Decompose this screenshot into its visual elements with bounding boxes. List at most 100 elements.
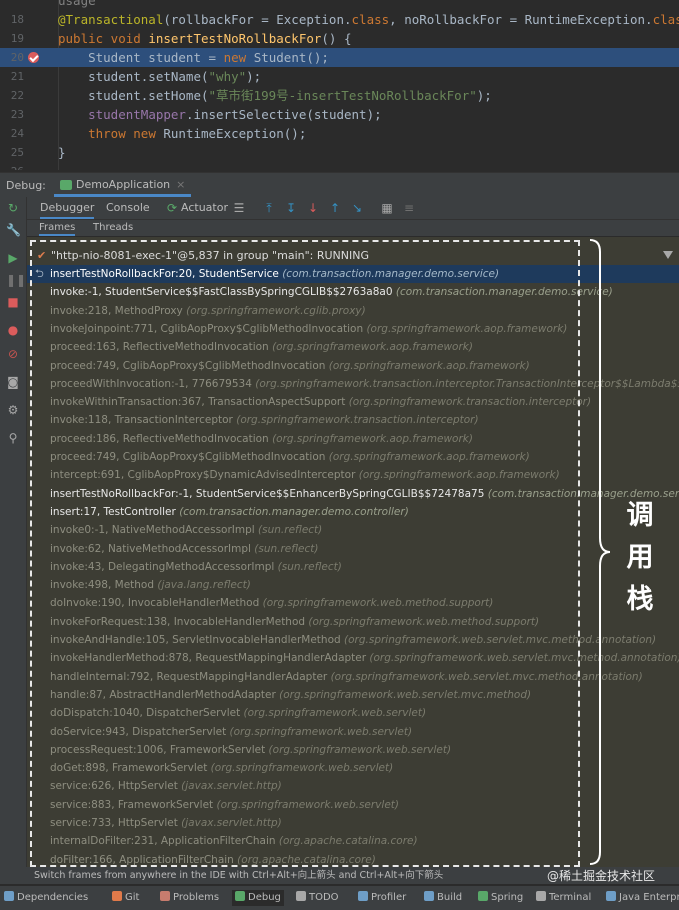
stack-frame[interactable]: doInvoke:190, InvocableHandlerMethod (or… [27, 594, 679, 612]
stack-frame[interactable]: invoke:118, TransactionInterceptor (org.… [27, 411, 679, 429]
menu-icon[interactable]: ☰ [232, 201, 246, 215]
filter-icon[interactable] [663, 251, 673, 259]
tab-actuator[interactable]: Actuator [181, 197, 228, 219]
stack-frame[interactable]: doFilter:166, ApplicationFilterChain (or… [27, 851, 679, 867]
annotation-char: 用 [626, 542, 654, 573]
stack-frame[interactable]: service:626, HttpServlet (javax.servlet.… [27, 777, 679, 795]
rerun-icon[interactable]: ↻ [6, 201, 20, 215]
stack-frame[interactable]: handleInternal:792, RequestMappingHandle… [27, 668, 679, 686]
stack-frame[interactable]: invoke:43, DelegatingMethodAccessorImpl … [27, 558, 679, 576]
stack-frame[interactable]: processRequest:1006, FrameworkServlet (o… [27, 741, 679, 759]
show-execution-point-icon[interactable]: ⤒ [262, 201, 276, 215]
stack-frame[interactable]: doService:943, DispatcherServlet (org.sp… [27, 723, 679, 741]
tool-window-todo[interactable]: TODO [296, 890, 339, 906]
breakpoint-icon[interactable] [28, 52, 39, 63]
line-number[interactable]: 22 [0, 86, 24, 105]
line-number[interactable]: 25 [0, 143, 24, 162]
tab-console[interactable]: Console [106, 197, 150, 219]
tab-demo-application[interactable]: DemoApplication × [54, 173, 192, 197]
stack-frame[interactable]: proceed:186, ReflectiveMethodInvocation … [27, 430, 679, 448]
stack-frame[interactable]: invoke:62, NativeMethodAccessorImpl (sun… [27, 540, 679, 558]
tab-debugger[interactable]: Debugger [40, 197, 95, 219]
code-line[interactable]: 26 [0, 162, 679, 170]
stack-frame[interactable]: doDispatch:1040, DispatcherServlet (org.… [27, 704, 679, 722]
stack-frame[interactable]: invokeWithinTransaction:367, Transaction… [27, 393, 679, 411]
frame-method: insertTestNoRollbackFor:-1, StudentServi… [50, 487, 488, 500]
line-number[interactable]: 26 [0, 162, 24, 170]
stack-frame[interactable]: invokeForRequest:138, InvocableHandlerMe… [27, 613, 679, 631]
code-line[interactable]: usage [0, 0, 679, 10]
code-line[interactable]: 25} [0, 143, 679, 162]
code-line[interactable]: 21 student.setName("why"); [0, 67, 679, 86]
tool-window-profiler[interactable]: Profiler [358, 890, 406, 906]
tool-window-debug[interactable]: Debug [232, 890, 284, 906]
stack-frame[interactable]: internalDoFilter:231, ApplicationFilterC… [27, 832, 679, 850]
stack-frame[interactable]: service:733, HttpServlet (javax.servlet.… [27, 814, 679, 832]
stack-frame[interactable]: invoke:498, Method (java.lang.reflect) [27, 576, 679, 594]
code-line[interactable]: 24 throw new RuntimeException(); [0, 124, 679, 143]
tab-frames[interactable]: Frames [39, 222, 76, 236]
stack-frame[interactable]: invoke:-1, StudentService$$FastClassBySp… [27, 283, 679, 301]
trace-icon[interactable]: ≡ [402, 201, 416, 215]
frame-text: proceed:163, ReflectiveMethodInvocation … [50, 338, 473, 356]
step-over-icon[interactable]: ↧ [284, 201, 298, 215]
stack-frame[interactable]: invoke:218, MethodProxy (org.springframe… [27, 302, 679, 320]
line-number[interactable]: 21 [0, 67, 24, 86]
code-line[interactable]: 22 student.setHome("草市街199号-insertTestNo… [0, 86, 679, 105]
code-line[interactable]: 18 @Transactional(rollbackFor = Exception… [0, 10, 679, 29]
line-number[interactable]: 18 [0, 10, 24, 29]
pin-icon[interactable]: ⚲ [6, 431, 20, 445]
stack-frame[interactable]: service:883, FrameworkServlet (org.sprin… [27, 796, 679, 814]
stack-frame[interactable]: doGet:898, FrameworkServlet (org.springf… [27, 759, 679, 777]
stack-frame[interactable]: invokeHandlerMethod:878, RequestMappingH… [27, 649, 679, 667]
step-out-icon[interactable]: ↑ [328, 201, 342, 215]
annotation-char: 调 [626, 500, 654, 531]
stack-frame[interactable]: proceed:749, CglibAopProxy$CglibMethodIn… [27, 357, 679, 375]
frame-text: processRequest:1006, FrameworkServlet (o… [50, 741, 451, 759]
stack-frame[interactable]: insertTestNoRollbackFor:-1, StudentServi… [27, 485, 679, 503]
tool-window-spring[interactable]: Spring [478, 890, 523, 906]
code-editor[interactable]: usage 18 @Transactional(rollbackFor = Exce… [0, 0, 679, 170]
tool-window-terminal[interactable]: Terminal [536, 890, 591, 906]
pause-icon[interactable]: ❚❚ [6, 273, 26, 287]
step-into-icon[interactable]: ↓ [306, 201, 320, 215]
stack-frame[interactable]: invokeJoinpoint:771, CglibAopProxy$Cglib… [27, 320, 679, 338]
tool-window-java-enterpri[interactable]: Java Enterpri [606, 890, 679, 906]
tool-window-problems[interactable]: Problems [160, 890, 219, 906]
stack-frame[interactable]: ⮌ insertTestNoRollbackFor:20, StudentServ… [27, 265, 679, 283]
stop-icon[interactable]: ■ [6, 295, 20, 309]
stack-frame[interactable]: invoke0:-1, NativeMethodAccessorImpl (su… [27, 521, 679, 539]
terminal-icon [536, 891, 546, 901]
view-breakpoints-icon[interactable]: ● [6, 323, 20, 337]
line-number[interactable]: 20 [0, 48, 24, 67]
line-number[interactable]: 19 [0, 29, 24, 48]
frame-text: handle:87, AbstractHandlerMethodAdapter … [50, 686, 531, 704]
code-line[interactable]: 23 studentMapper.insertSelective(student… [0, 105, 679, 124]
settings-icon[interactable]: ⚙ [6, 403, 20, 417]
stack-frame[interactable]: invokeAndHandle:105, ServletInvocableHan… [27, 631, 679, 649]
thread-selector[interactable]: ✔ "http-nio-8081-exec-1"@5,837 in group … [27, 247, 679, 265]
close-icon[interactable]: × [176, 178, 185, 191]
stack-frame[interactable]: proceed:163, ReflectiveMethodInvocation … [27, 338, 679, 356]
stack-frame[interactable]: handle:87, AbstractHandlerMethodAdapter … [27, 686, 679, 704]
frame-package: (org.springframework.aop.framework) [272, 341, 473, 354]
run-to-cursor-icon[interactable]: ↘ [350, 201, 364, 215]
tool-window-dependencies[interactable]: Dependencies [4, 890, 88, 906]
stack-frame[interactable]: intercept:691, CglibAopProxy$DynamicAdvi… [27, 466, 679, 484]
line-number[interactable]: 24 [0, 124, 24, 143]
tool-window-build[interactable]: Build [424, 890, 462, 906]
stack-frame[interactable]: proceed:749, CglibAopProxy$CglibMethodIn… [27, 448, 679, 466]
code-line[interactable]: 19 public void insertTestNoRollbackFor() … [0, 29, 679, 48]
code-line[interactable]: 20 Student student = new Student(); [0, 48, 679, 67]
camera-icon[interactable]: ◙ [6, 375, 20, 389]
wrench-icon[interactable]: 🔧 [6, 223, 21, 237]
tool-window-git[interactable]: Git [112, 890, 139, 906]
resume-icon[interactable]: ▶ [6, 251, 20, 265]
tab-threads[interactable]: Threads [93, 222, 133, 233]
stack-frame[interactable]: insert:17, TestController (com.transacti… [27, 503, 679, 521]
frame-package: (javax.servlet.http) [181, 780, 282, 793]
line-number[interactable]: 23 [0, 105, 24, 124]
stack-frame[interactable]: proceedWithInvocation:-1, 776679534 (org… [27, 375, 679, 393]
evaluate-icon[interactable]: ▦ [380, 201, 394, 215]
mute-breakpoints-icon[interactable]: ⊘ [6, 347, 20, 361]
